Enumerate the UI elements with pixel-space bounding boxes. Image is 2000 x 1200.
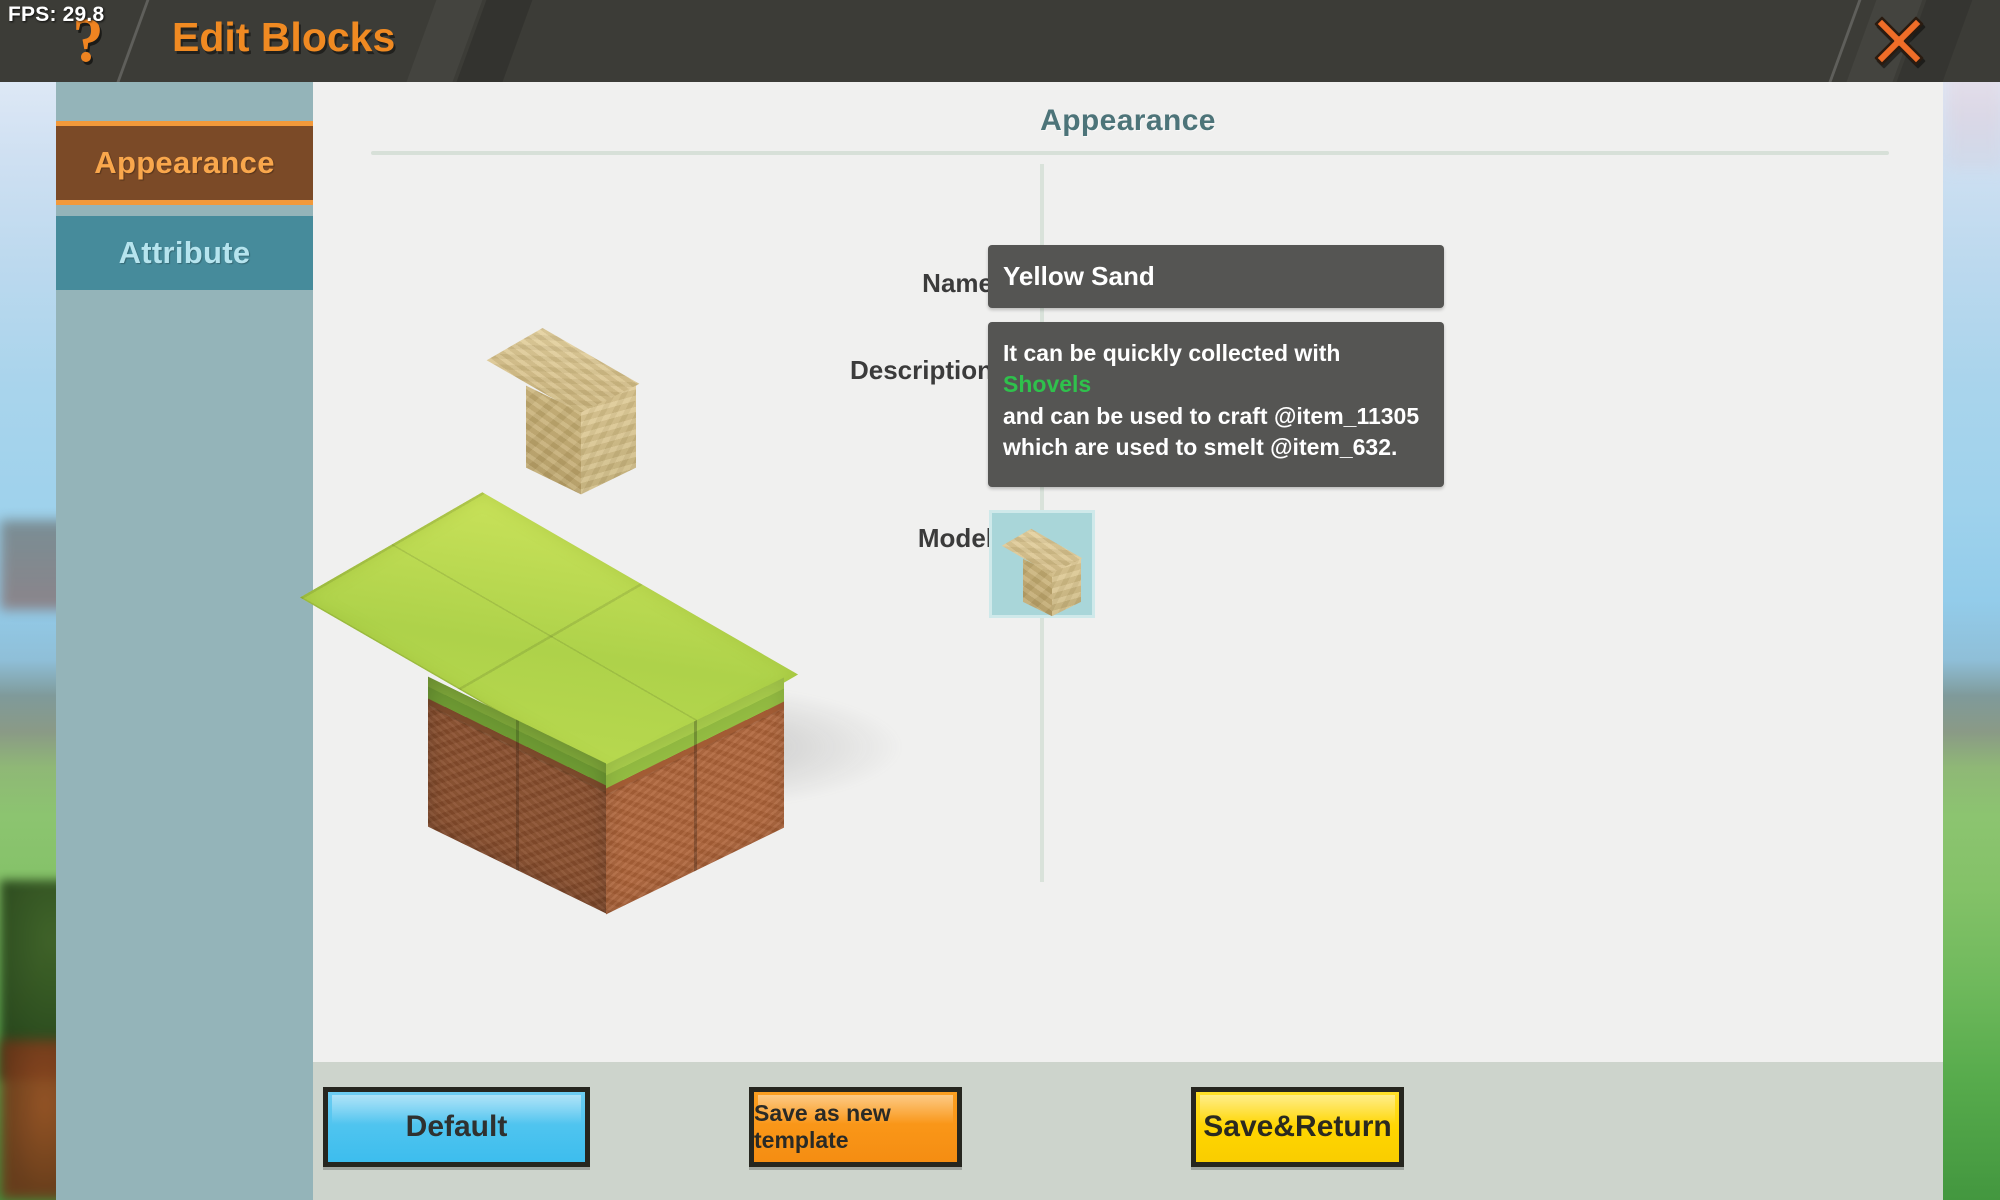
description-line1-prefix: It can be quickly collected with xyxy=(1003,340,1341,366)
sidebar-item-appearance[interactable]: Appearance xyxy=(56,121,313,205)
save-as-new-template-button[interactable]: Save as new template xyxy=(749,1087,962,1167)
model-slot-button[interactable] xyxy=(989,510,1095,618)
header-slash xyxy=(109,0,154,82)
model-label: Model xyxy=(917,523,993,553)
sidebar-item-attribute[interactable]: Attribute xyxy=(56,216,313,290)
default-button-label: Default xyxy=(405,1110,508,1143)
description-line3: which are used to smelt @item_632. xyxy=(1003,433,1398,460)
name-label: Name xyxy=(922,268,993,298)
fps-counter: FPS: 29.8 xyxy=(8,3,105,26)
block-seam xyxy=(694,720,697,872)
name-input[interactable]: Yellow Sand xyxy=(988,245,1444,308)
description-label: Description xyxy=(849,355,993,385)
sand-cube-icon xyxy=(1001,526,1083,617)
save-as-new-template-button-label: Save as new template xyxy=(754,1100,891,1153)
page-title: Edit Blocks xyxy=(172,14,396,60)
description-highlight-term: Shovels xyxy=(1003,371,1092,398)
save-and-return-button-label: Save&Return xyxy=(1203,1110,1392,1143)
panel-title: Appearance xyxy=(1040,104,1216,137)
close-icon xyxy=(1874,16,1924,66)
close-button[interactable] xyxy=(1868,10,1930,72)
panel-divider xyxy=(371,151,1889,155)
save-and-return-button[interactable]: Save&Return xyxy=(1191,1087,1404,1167)
sidebar: Appearance Attribute xyxy=(56,82,313,1200)
description-line2: and can be used to craft @item_11305 xyxy=(1003,402,1420,429)
window-header: ? FPS: 29.8 Edit Blocks xyxy=(0,0,2000,82)
default-button[interactable]: Default xyxy=(323,1087,590,1167)
block-seam xyxy=(516,719,519,871)
sidebar-item-label: Appearance xyxy=(94,145,275,180)
sidebar-item-label: Attribute xyxy=(118,235,251,270)
dialog-footer: Default Save as new template Save&Return xyxy=(313,1062,1943,1200)
appearance-panel: Appearance Name Yellow Sand Description … xyxy=(299,82,1943,1062)
description-input[interactable]: It can be quickly collected with Shovels… xyxy=(988,322,1444,487)
